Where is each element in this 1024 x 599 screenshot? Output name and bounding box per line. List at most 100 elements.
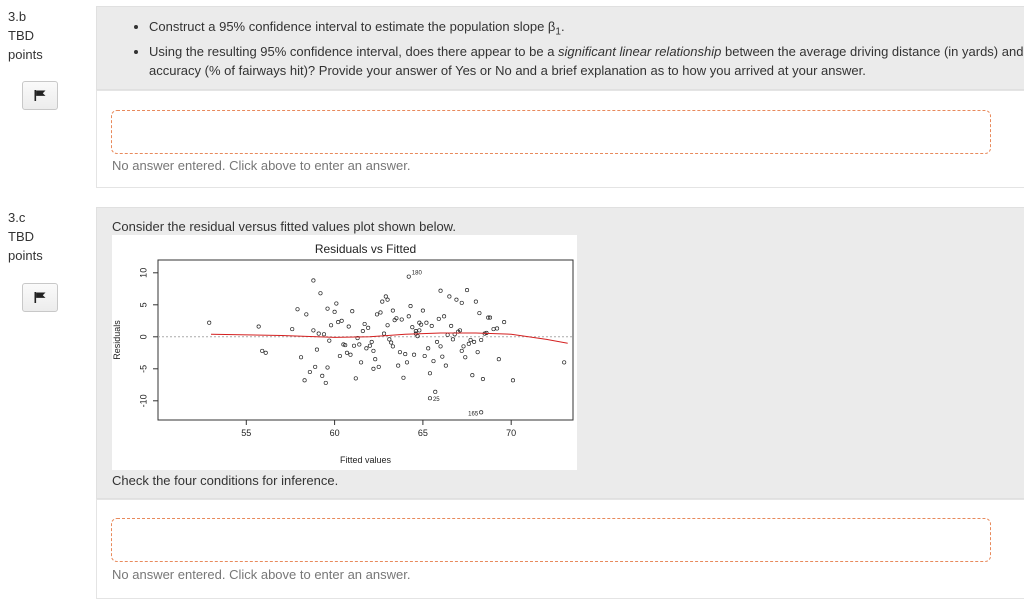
data-point bbox=[461, 344, 466, 349]
data-point bbox=[378, 310, 383, 315]
data-point bbox=[313, 364, 318, 369]
residuals-vs-fitted-chart: Residuals vs Fitted Fitted values Residual… bbox=[112, 235, 577, 470]
flag-question-button[interactable] bbox=[22, 81, 58, 110]
data-point bbox=[327, 338, 332, 343]
data-point bbox=[479, 337, 484, 343]
flag-question-button[interactable] bbox=[22, 283, 58, 312]
data-point bbox=[346, 324, 351, 329]
data-point bbox=[316, 331, 321, 336]
data-point bbox=[479, 410, 484, 415]
data-point bbox=[374, 312, 380, 317]
data-point bbox=[376, 364, 381, 369]
data-point bbox=[298, 355, 304, 360]
data-point bbox=[348, 352, 353, 357]
bullet-significance: Using the resulting 95% confidence inter… bbox=[149, 42, 1024, 80]
data-point bbox=[427, 396, 433, 401]
x-tick-label: 65 bbox=[418, 428, 428, 438]
question-prompt-3b: Construct a 95% confidence interval to e… bbox=[96, 6, 1024, 90]
question-points-label: points bbox=[8, 248, 43, 263]
no-answer-message: No answer entered. Click above to enter … bbox=[112, 158, 411, 173]
plot-frame bbox=[157, 259, 574, 421]
x-axis-label: Fitted values bbox=[340, 455, 392, 465]
data-point bbox=[472, 339, 477, 344]
data-point bbox=[337, 353, 342, 359]
data-point bbox=[390, 308, 395, 313]
data-point bbox=[390, 344, 395, 349]
data-point bbox=[380, 299, 385, 304]
question-intro: Consider the residual versus fitted valu… bbox=[112, 219, 456, 234]
question-status: TBD bbox=[8, 28, 34, 43]
data-point bbox=[422, 353, 427, 359]
x-tick-label: 60 bbox=[330, 428, 340, 438]
data-point bbox=[350, 309, 355, 314]
data-point bbox=[336, 320, 341, 325]
data-point bbox=[403, 352, 408, 357]
data-point bbox=[450, 337, 455, 342]
data-point bbox=[290, 327, 295, 332]
answer-input-3b[interactable] bbox=[111, 110, 991, 154]
flag-icon bbox=[34, 90, 46, 101]
data-point bbox=[417, 328, 422, 333]
data-point bbox=[463, 355, 468, 360]
point-label: 165 bbox=[468, 411, 479, 417]
data-point bbox=[466, 341, 471, 346]
data-point bbox=[256, 324, 261, 329]
data-point bbox=[359, 360, 364, 365]
data-point bbox=[385, 323, 390, 328]
data-point bbox=[473, 299, 478, 304]
data-point bbox=[362, 321, 367, 327]
x-tick-label: 70 bbox=[506, 428, 516, 438]
question-number: 3.c bbox=[8, 210, 26, 225]
point-label: 180 bbox=[412, 271, 423, 277]
data-point bbox=[491, 327, 496, 332]
flag-icon bbox=[34, 292, 46, 303]
data-point bbox=[387, 337, 392, 342]
data-point bbox=[323, 380, 328, 385]
answer-area-3c: No answer entered. Click above to enter … bbox=[96, 499, 1024, 599]
data-point bbox=[396, 363, 401, 368]
data-point bbox=[408, 304, 413, 309]
data-point bbox=[302, 378, 307, 383]
data-point bbox=[431, 359, 436, 364]
data-point bbox=[440, 354, 445, 359]
y-tick-label: -5 bbox=[138, 365, 148, 373]
data-point bbox=[373, 357, 378, 362]
data-point bbox=[360, 328, 365, 334]
data-point bbox=[410, 325, 415, 330]
data-point bbox=[311, 278, 316, 283]
data-point bbox=[438, 344, 443, 349]
y-tick-label: 0 bbox=[138, 334, 148, 339]
data-point bbox=[332, 309, 337, 314]
question-meta-3c: 3.c TBD points bbox=[8, 208, 43, 265]
data-point bbox=[364, 346, 369, 351]
data-point bbox=[447, 294, 452, 299]
data-point bbox=[445, 332, 450, 337]
data-point bbox=[495, 326, 500, 331]
chart-title: Residuals vs Fitted bbox=[315, 242, 416, 256]
data-point bbox=[318, 291, 323, 296]
y-tick-label: 10 bbox=[138, 268, 148, 278]
data-point bbox=[307, 369, 312, 375]
data-point bbox=[412, 352, 417, 357]
answer-input-3c[interactable] bbox=[111, 518, 991, 562]
question-bullets: Construct a 95% confidence interval to e… bbox=[97, 17, 1024, 80]
data-point bbox=[454, 297, 459, 302]
data-point bbox=[367, 343, 372, 348]
y-tick-label: -10 bbox=[138, 394, 148, 407]
data-point bbox=[371, 366, 376, 371]
data-point bbox=[427, 371, 433, 376]
question-prompt-3c: Consider the residual versus fitted valu… bbox=[96, 207, 1024, 499]
data-point bbox=[260, 348, 265, 353]
data-point bbox=[438, 288, 443, 293]
data-point bbox=[351, 343, 357, 348]
data-point bbox=[477, 311, 482, 316]
data-point bbox=[426, 346, 431, 351]
data-point bbox=[389, 340, 394, 345]
data-point bbox=[434, 339, 440, 344]
data-point bbox=[510, 378, 516, 383]
answer-area-3b: No answer entered. Click above to enter … bbox=[96, 90, 1024, 188]
data-point bbox=[314, 347, 319, 352]
data-point bbox=[385, 297, 390, 302]
data-point bbox=[399, 317, 404, 322]
data-point bbox=[429, 323, 434, 328]
